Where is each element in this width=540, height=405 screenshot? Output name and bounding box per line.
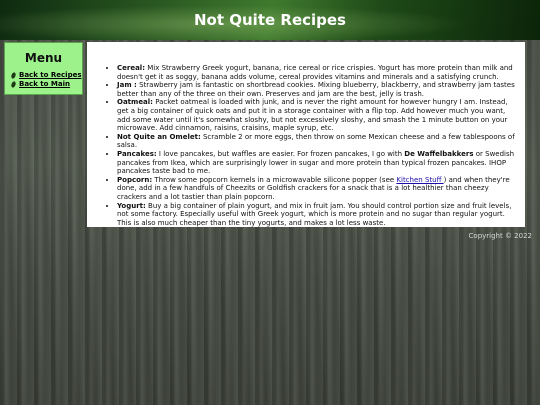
site-banner: Not Quite Recipes [0, 0, 540, 40]
item-text: Throw some popcorn kernels in a microwav… [152, 175, 397, 184]
recipe-list: Cereal: Mix Strawberry Greek yogurt, ban… [93, 64, 519, 227]
menu-item-back-to-recipes: Back to Recipes [11, 71, 82, 80]
item-name: Cereal: [117, 64, 146, 72]
brand-name: De Waffelbakkers [404, 149, 474, 158]
item-name: Oatmeal: [117, 98, 153, 107]
copyright-text: Copyright © 2022 [468, 232, 532, 240]
item-text: I love pancakes, but waffles are easier.… [156, 149, 405, 158]
kitchen-stuff-link[interactable]: Kitchen Stuff [396, 176, 443, 184]
list-item: Oatmeal: Packet oatmeal is loaded with j… [117, 98, 519, 132]
list-item: Jam : Strawberry jam is fantastic on sho… [117, 81, 519, 98]
leaf-icon [11, 81, 16, 88]
leaf-icon [11, 72, 16, 79]
menu-list: Back to Recipes Back to Main [11, 71, 82, 89]
item-text: Mix Strawberry Greek yogurt, banana, ric… [117, 64, 513, 81]
item-name: Popcorn: [117, 175, 153, 184]
list-item: Not Quite an Omelet: Scramble 2 or more … [117, 133, 519, 150]
list-item: Yogurt: Buy a big container of plain yog… [117, 202, 519, 228]
menu-item-back-to-main: Back to Main [11, 80, 82, 89]
list-item: Pancakes: I love pancakes, but waffles a… [117, 150, 519, 176]
back-to-main-link[interactable]: Back to Main [19, 80, 70, 89]
item-name: Yogurt: [117, 201, 146, 210]
site-title: Not Quite Recipes [194, 11, 346, 29]
content-panel: Cereal: Mix Strawberry Greek yogurt, ban… [87, 42, 525, 227]
item-text: Buy a big container of plain yogurt, and… [117, 201, 512, 227]
list-item: Cereal: Mix Strawberry Greek yogurt, ban… [117, 64, 519, 81]
item-name: Not Quite an Omelet: [117, 132, 201, 141]
item-text: Strawberry jam is fantastic on shortbrea… [117, 81, 515, 98]
item-text: Packet oatmeal is loaded with junk, and … [117, 98, 508, 133]
menu-title: Menu [24, 51, 63, 65]
side-menu: Menu Back to Recipes Back to Main [4, 42, 83, 95]
item-name: Pancakes: [117, 149, 157, 158]
back-to-recipes-link[interactable]: Back to Recipes [19, 71, 82, 80]
item-name: Jam : [117, 81, 137, 90]
list-item: Popcorn: Throw some popcorn kernels in a… [117, 176, 519, 202]
